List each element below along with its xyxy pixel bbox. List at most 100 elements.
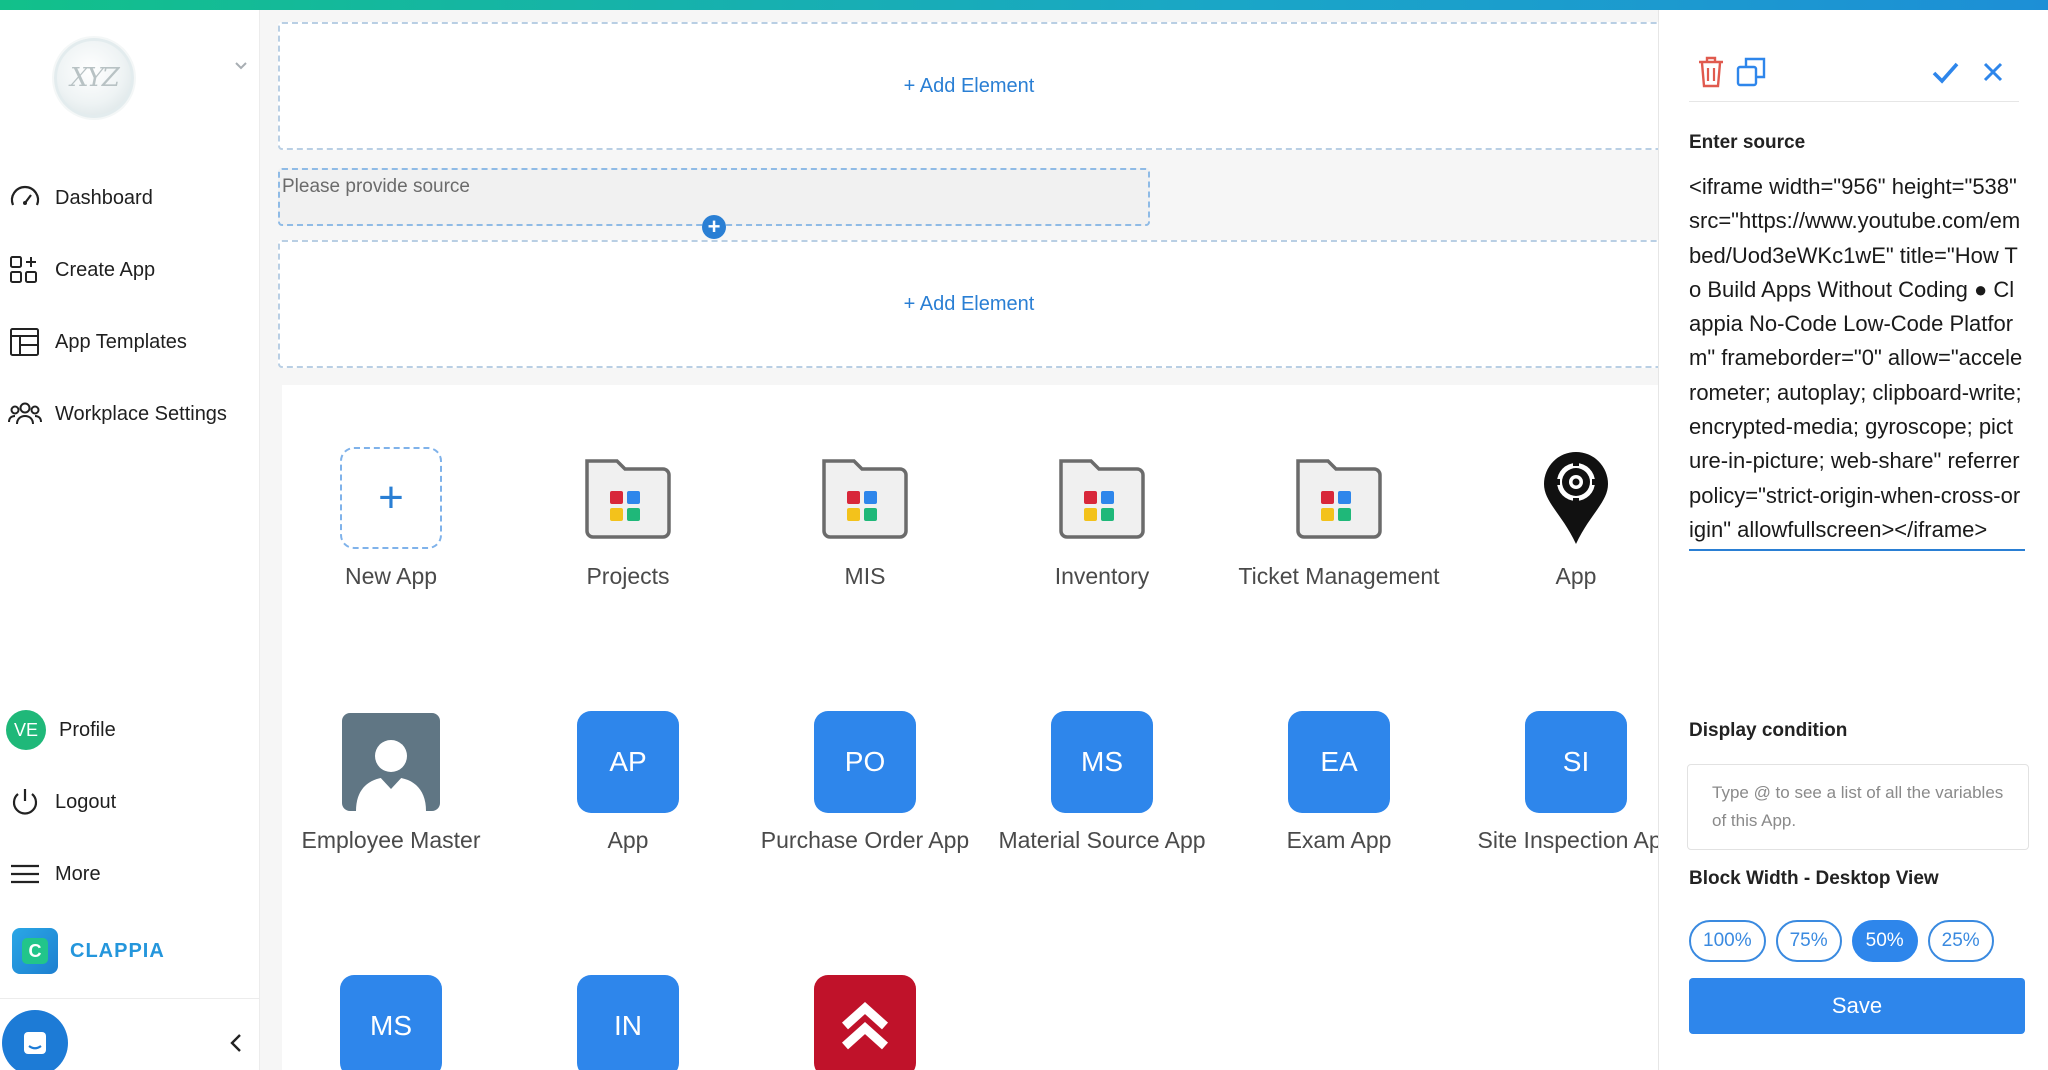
app-name: App bbox=[607, 827, 649, 853]
app-tile-ms[interactable]: MS bbox=[281, 975, 501, 1070]
apps-grid: + New App Projects MIS Inventory Ticket … bbox=[281, 385, 1674, 1070]
person-icon bbox=[340, 711, 442, 813]
sidebar-item-label: Logout bbox=[55, 790, 117, 813]
brand-mark: C bbox=[22, 938, 48, 964]
add-element-zone[interactable]: + Add Element bbox=[278, 22, 1658, 150]
check-icon bbox=[1932, 62, 1959, 84]
app-name: Site Inspection App bbox=[1477, 827, 1675, 853]
sidebar-divider bbox=[0, 998, 260, 999]
folder-icon bbox=[1051, 447, 1153, 549]
app-abbr-icon: IN bbox=[577, 975, 679, 1070]
app-tile-mis[interactable]: MIS bbox=[755, 447, 975, 593]
app-abbr-icon: MS bbox=[1051, 711, 1153, 813]
app-abbr-icon: PO bbox=[814, 711, 916, 813]
brand-name: CLAPPIA bbox=[70, 939, 165, 962]
width-option-25[interactable]: 25% bbox=[1927, 920, 1994, 962]
avatar: VE bbox=[6, 710, 46, 750]
app-name: Inventory bbox=[1054, 563, 1150, 589]
enter-source-label: Enter source bbox=[1689, 132, 1806, 153]
workplace-logo[interactable]: XYZ bbox=[54, 38, 134, 118]
app-abbr-icon: EA bbox=[1288, 711, 1390, 813]
add-block-plus-icon[interactable]: + bbox=[702, 215, 726, 239]
width-option-50[interactable]: 50% bbox=[1851, 920, 1918, 962]
top-accent-bar bbox=[0, 0, 2048, 10]
confirm-button[interactable] bbox=[1927, 54, 1963, 90]
app-name: Projects bbox=[586, 563, 670, 589]
sidebar-item-label: Workplace Settings bbox=[55, 402, 227, 425]
close-button[interactable] bbox=[1975, 54, 2011, 90]
folder-icon bbox=[577, 447, 679, 549]
map-pin-icon bbox=[1525, 447, 1627, 549]
brand-logo: C CLAPPIA bbox=[12, 928, 165, 974]
app-tile-ap[interactable]: AP App bbox=[518, 711, 738, 857]
delete-button[interactable] bbox=[1693, 54, 1729, 90]
app-name: Purchase Order App bbox=[760, 827, 970, 853]
sidebar-item-label: App Templates bbox=[55, 330, 187, 353]
logo-text: XYZ bbox=[70, 63, 120, 93]
panel-toolbar bbox=[1689, 46, 2019, 102]
templates-icon bbox=[10, 328, 39, 356]
sidebar-item-label: Dashboard bbox=[55, 186, 153, 209]
app-tile-red[interactable] bbox=[755, 975, 975, 1070]
display-condition-input[interactable]: Type @ to see a list of all the variable… bbox=[1687, 764, 2029, 850]
block-width-label: Block Width - Desktop View bbox=[1689, 868, 1939, 889]
app-tile-exam-app[interactable]: EA Exam App bbox=[1229, 711, 1449, 857]
app-tile-purchase-order[interactable]: PO Purchase Order App bbox=[755, 711, 975, 857]
app-abbr-icon: SI bbox=[1525, 711, 1627, 813]
app-name: App bbox=[1555, 563, 1597, 589]
app-tile-site-inspection[interactable]: SI Site Inspection App bbox=[1466, 711, 1686, 857]
folder-icon bbox=[1288, 447, 1390, 549]
app-name: Exam App bbox=[1286, 827, 1392, 853]
add-element-link[interactable]: + Add Element bbox=[904, 293, 1035, 316]
folder-icon bbox=[814, 447, 916, 549]
chevron-left-icon[interactable] bbox=[224, 1030, 250, 1056]
chevron-down-icon[interactable] bbox=[232, 56, 250, 74]
app-name: New App bbox=[344, 563, 438, 589]
sidebar-item-profile[interactable]: VE Profile bbox=[6, 708, 116, 752]
duplicate-button[interactable] bbox=[1733, 54, 1769, 90]
app-tile-app[interactable]: App bbox=[1466, 447, 1686, 593]
app-tile-projects[interactable]: Projects bbox=[518, 447, 738, 593]
sidebar-item-app-templates[interactable]: App Templates bbox=[8, 320, 187, 364]
add-element-link[interactable]: + Add Element bbox=[904, 75, 1035, 98]
width-option-100[interactable]: 100% bbox=[1689, 920, 1766, 962]
builder-canvas: + Add Element Please provide source + + … bbox=[260, 10, 1674, 1070]
people-icon bbox=[8, 402, 42, 425]
double-chevron-up-icon bbox=[814, 975, 916, 1070]
sidebar-item-label: More bbox=[55, 862, 101, 885]
app-abbr-icon: AP bbox=[577, 711, 679, 813]
width-option-75[interactable]: 75% bbox=[1775, 920, 1842, 962]
trash-icon bbox=[1699, 56, 1723, 88]
app-name: Ticket Management bbox=[1238, 563, 1440, 589]
app-tile-new-app[interactable]: + New App bbox=[281, 447, 501, 593]
app-tile-inventory[interactable]: Inventory bbox=[992, 447, 1212, 593]
chat-button[interactable] bbox=[2, 1010, 68, 1070]
sidebar: XYZ Dashboard Create App App Templates W… bbox=[0, 10, 260, 1070]
source-textarea[interactable]: <iframe width="956" height="538" src="ht… bbox=[1689, 170, 2025, 552]
app-tile-ticket-management[interactable]: Ticket Management bbox=[1229, 447, 1449, 593]
sidebar-item-dashboard[interactable]: Dashboard bbox=[8, 176, 153, 220]
app-tile-material-source[interactable]: MS Material Source App bbox=[992, 711, 1212, 857]
display-condition-label: Display condition bbox=[1689, 720, 1848, 741]
block-width-options: 100% 75% 50% 25% bbox=[1689, 920, 1994, 962]
create-app-icon bbox=[10, 256, 37, 283]
app-name: Employee Master bbox=[301, 827, 481, 853]
sidebar-item-logout[interactable]: Logout bbox=[8, 780, 116, 824]
sidebar-item-more[interactable]: More bbox=[8, 852, 101, 896]
copy-icon bbox=[1736, 57, 1766, 87]
app-name: Material Source App bbox=[998, 827, 1206, 853]
gauge-icon bbox=[10, 185, 40, 206]
save-button[interactable]: Save bbox=[1689, 978, 2025, 1034]
properties-panel: Enter source <iframe width="956" height=… bbox=[1658, 10, 2048, 1070]
sidebar-item-label: Create App bbox=[55, 258, 156, 281]
app-name: MIS bbox=[844, 563, 886, 589]
sidebar-item-workplace-settings[interactable]: Workplace Settings bbox=[8, 392, 227, 436]
source-placeholder: Please provide source bbox=[282, 176, 470, 197]
clappia-logo-icon: C bbox=[12, 928, 58, 974]
sidebar-item-create-app[interactable]: Create App bbox=[8, 248, 155, 292]
close-icon bbox=[1983, 62, 2003, 82]
app-tile-in[interactable]: IN bbox=[518, 975, 738, 1070]
app-tile-employee-master[interactable]: Employee Master bbox=[281, 711, 501, 857]
add-element-zone[interactable]: + Add Element bbox=[278, 240, 1658, 368]
chat-icon bbox=[24, 1032, 46, 1054]
